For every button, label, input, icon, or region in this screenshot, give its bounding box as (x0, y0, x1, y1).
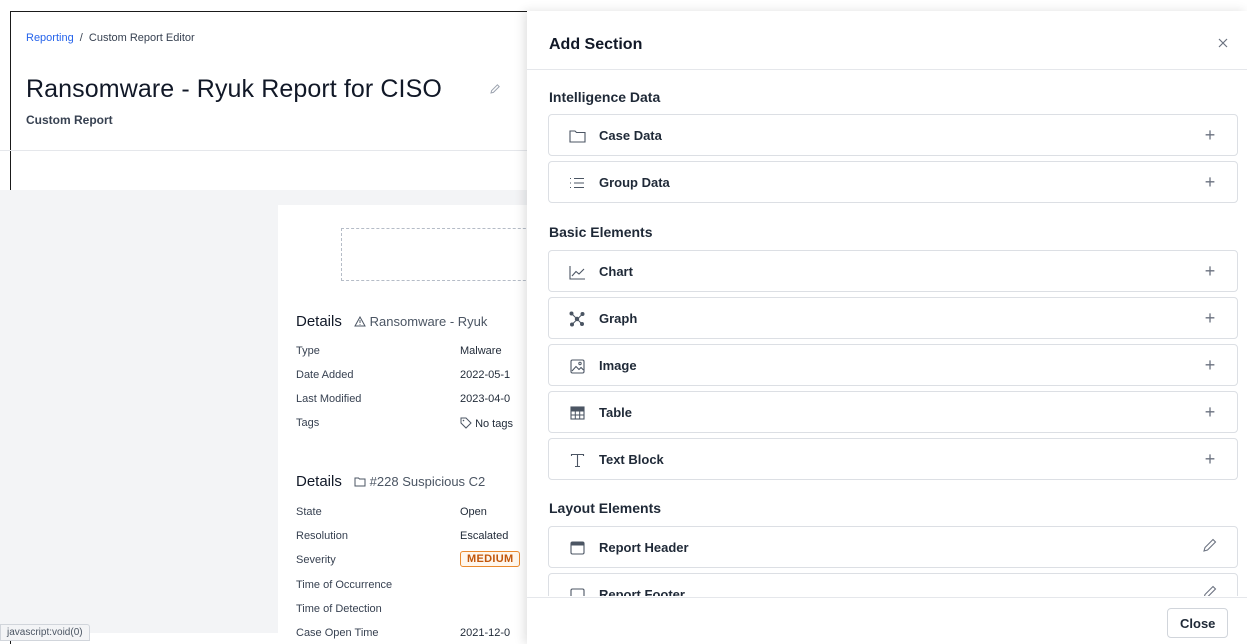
row-value-tags: No tags (460, 417, 513, 430)
row-value-resolution: Escalated (460, 530, 509, 542)
row-label-time-of-occurrence: Time of Occurrence (296, 579, 393, 591)
footer-icon (568, 586, 586, 596)
row-value-case-open-time: 2021-12-0 (460, 627, 511, 639)
section-dropzone[interactable] (341, 228, 541, 281)
details-subject: #228 Suspicious C2 (354, 474, 485, 489)
details-title: Details #228 Suspicious C2 (296, 473, 485, 490)
section-item-case-data[interactable]: Case Data + (548, 114, 1238, 156)
status-bar-link: javascript:void(0) (0, 624, 90, 641)
line-chart-icon (568, 263, 586, 281)
section-item-label: Case Data (599, 128, 662, 143)
section-item-label: Report Header (599, 540, 689, 555)
section-item-image[interactable]: Image + (548, 344, 1238, 386)
severity-badge: MEDIUM (460, 551, 521, 567)
page-subtitle: Custom Report (26, 113, 113, 127)
row-label-last-modified: Last Modified (296, 393, 362, 405)
folder-icon (354, 477, 366, 487)
drawer-title: Add Section (549, 36, 643, 53)
section-item-chart[interactable]: Chart + (548, 250, 1238, 292)
breadcrumb-separator: / (79, 32, 83, 44)
section-item-table[interactable]: Table + (548, 391, 1238, 433)
tags-value: No tags (475, 418, 513, 430)
warning-triangle-icon (354, 315, 366, 327)
breadcrumb-reporting-link[interactable]: Reporting (26, 32, 74, 44)
graph-icon (568, 310, 586, 328)
section-item-label: Table (599, 405, 632, 420)
folder-icon (568, 127, 586, 145)
header-icon (568, 539, 586, 557)
row-label-case-open-time: Case Open Time (296, 627, 379, 639)
plus-icon[interactable]: + (1201, 261, 1219, 281)
pencil-icon[interactable] (1201, 537, 1219, 557)
group-heading-layout-elements: Layout Elements (549, 500, 662, 516)
plus-icon[interactable]: + (1201, 308, 1219, 328)
details-subject-label: Ransomware - Ryuk (369, 314, 488, 329)
row-label-state: State (296, 506, 322, 518)
plus-icon[interactable]: + (1201, 402, 1219, 422)
details-subject: Ransomware - Ryuk (354, 314, 487, 329)
plus-icon[interactable]: + (1201, 172, 1219, 192)
section-item-text-block[interactable]: Text Block + (548, 438, 1238, 480)
close-button[interactable]: Close (1167, 608, 1229, 638)
plus-icon[interactable]: + (1201, 449, 1219, 469)
section-item-label: Group Data (599, 175, 670, 190)
row-label-type: Type (296, 345, 320, 357)
breadcrumb: Reporting / Custom Report Editor (26, 32, 195, 44)
section-item-label: Image (599, 358, 637, 373)
top-strip (0, 0, 1247, 11)
table-icon (568, 404, 586, 422)
drawer-header: Add Section (527, 11, 1247, 70)
details-subject-label: #228 Suspicious C2 (369, 474, 486, 489)
close-icon[interactable] (1217, 36, 1229, 54)
row-label-severity: Severity (296, 554, 336, 566)
drawer-body: Intelligence Data Case Data + Group Data… (527, 71, 1247, 596)
image-icon (568, 357, 586, 375)
text-icon (568, 451, 586, 469)
section-item-label: Report Footer (599, 587, 685, 596)
row-value-date-added: 2022-05-1 (460, 369, 511, 381)
section-item-group-data[interactable]: Group Data + (548, 161, 1238, 203)
details-heading: Details (296, 313, 342, 330)
add-section-drawer: Add Section Intelligence Data Case Data … (527, 11, 1247, 644)
section-item-report-header[interactable]: Report Header (548, 526, 1238, 568)
row-value-state: Open (460, 506, 487, 518)
section-item-graph[interactable]: Graph + (548, 297, 1238, 339)
section-item-label: Text Block (599, 452, 664, 467)
list-icon (568, 174, 586, 192)
row-value-type: Malware (460, 345, 502, 357)
section-item-report-footer[interactable]: Report Footer (548, 573, 1238, 596)
row-label-tags: Tags (296, 417, 320, 429)
row-label-date-added: Date Added (296, 369, 354, 381)
plus-icon[interactable]: + (1201, 125, 1219, 145)
plus-icon[interactable]: + (1201, 355, 1219, 375)
row-value-last-modified: 2023-04-0 (460, 393, 511, 405)
pencil-icon[interactable] (489, 82, 501, 100)
row-label-resolution: Resolution (296, 530, 348, 542)
details-title: Details Ransomware - Ryuk (296, 313, 487, 330)
group-heading-intelligence-data: Intelligence Data (549, 89, 661, 105)
row-label-time-of-detection: Time of Detection (296, 603, 382, 615)
details-heading: Details (296, 473, 342, 490)
page-title: Ransomware - Ryuk Report for CISO (26, 75, 442, 103)
pencil-icon[interactable] (1201, 584, 1219, 596)
group-heading-basic-elements: Basic Elements (549, 224, 653, 240)
section-item-label: Chart (599, 264, 633, 279)
breadcrumb-current: Custom Report Editor (88, 32, 195, 44)
section-item-label: Graph (599, 311, 638, 326)
tag-icon (460, 417, 472, 429)
drawer-footer: Close (527, 597, 1247, 644)
